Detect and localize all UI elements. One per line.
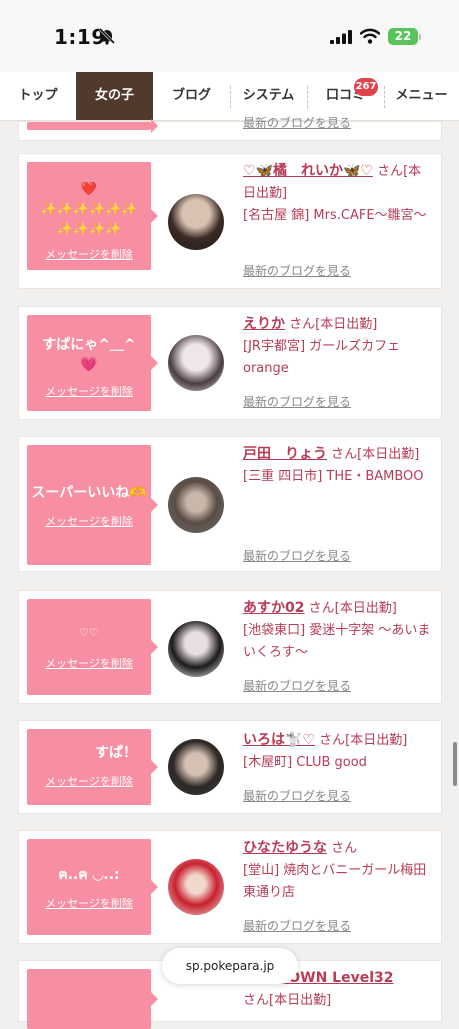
- girl-name-link[interactable]: えりか: [243, 316, 285, 332]
- attendance-status: さん[本日出勤]: [319, 733, 408, 748]
- delete-message-link[interactable]: メッセージを削除: [27, 895, 151, 911]
- message-text: ❤️ ✨✨✨✨✨✨ ✨✨✨✨: [40, 182, 138, 237]
- message-text: すぱ！: [95, 745, 137, 761]
- delete-message-link[interactable]: メッセージを削除: [27, 773, 151, 789]
- url-bar[interactable]: sp.pokepara.jp: [162, 948, 298, 984]
- avatar[interactable]: [168, 477, 224, 533]
- list-item: スーパーいいね🫶 メッセージを削除 戸田 りょう さん[本日出勤] [三重 四日…: [18, 436, 442, 572]
- battery-tip: [419, 34, 421, 40]
- latest-blog-link[interactable]: 最新のブログを見る: [243, 677, 351, 694]
- shop-name: [三重 四日市] THE・BAMBOO: [243, 469, 424, 484]
- message-bubble: すぱ！ メッセージを削除: [27, 729, 158, 805]
- girl-name-link[interactable]: いろは🐩♡: [243, 732, 315, 748]
- attendance-status: さん[本日出勤]: [243, 993, 332, 1008]
- avatar[interactable]: [168, 335, 224, 391]
- tab-blog[interactable]: ブログ: [153, 72, 230, 120]
- tab-system[interactable]: システム: [230, 72, 307, 120]
- message-bubble: すぱにゃ^＿^ 💗 メッセージを削除: [27, 315, 158, 411]
- delete-message-link[interactable]: メッセージを削除: [27, 246, 151, 262]
- list-item: ♡♡ メッセージを削除 あすか02 さん[本日出勤] [池袋東口] 愛迷十字架 …: [18, 590, 442, 704]
- list-item: すぱ！ メッセージを削除 いろは🐩♡ さん[本日出勤] [木屋町] CLUB g…: [18, 720, 442, 814]
- shop-name: [堂山] 焼肉とバニーガール梅田東通り店: [243, 863, 427, 900]
- tab-girls[interactable]: 女の子: [76, 72, 153, 120]
- avatar[interactable]: [168, 859, 224, 915]
- girl-name-link[interactable]: ひなたゆうな: [243, 840, 327, 856]
- latest-blog-link[interactable]: 最新のブログを見る: [243, 787, 351, 804]
- attendance-status: さん[本日出勤]: [331, 447, 420, 462]
- scrollbar-thumb[interactable]: [453, 742, 457, 786]
- girl-info: ♡🦋橘 れいか🦋♡ さん[本日出勤] [名古屋 錦] Mrs.CAFE～雛宮～: [243, 160, 433, 227]
- list-item: 最新のブログを見る: [18, 116, 442, 141]
- delete-message-link[interactable]: メッセージを削除: [27, 383, 151, 399]
- battery-icon: 22: [388, 28, 418, 45]
- message-text: ♡♡: [79, 626, 99, 639]
- message-text: すぱにゃ^＿^ 💗: [42, 337, 136, 373]
- avatar[interactable]: [168, 739, 224, 795]
- message-bubble: ❤️ ✨✨✨✨✨✨ ✨✨✨✨ メッセージを削除: [27, 162, 158, 270]
- signal-icon: [330, 30, 352, 44]
- latest-blog-link[interactable]: 最新のブログを見る: [243, 917, 351, 934]
- list-item: ฅ..ฅ ◡..: メッセージを削除 ひなたゆうな さん [堂山] 焼肉とバニー…: [18, 830, 442, 944]
- message-text: ฅ..ฅ ◡..:: [58, 867, 120, 883]
- tab-menu[interactable]: メニュー: [384, 72, 459, 120]
- girl-info: いろは🐩♡ さん[本日出勤] [木屋町] CLUB good: [243, 729, 433, 774]
- shop-name: [名古屋 錦] Mrs.CAFE～雛宮～: [243, 208, 427, 223]
- girl-info: あすか02 さん[本日出勤] [池袋東口] 愛迷十字架 ～あいまいくろす～: [243, 597, 433, 664]
- latest-blog-link[interactable]: 最新のブログを見る: [243, 393, 351, 410]
- latest-blog-link[interactable]: 最新のブログを見る: [243, 114, 351, 131]
- attendance-status: さん[本日出勤]: [308, 601, 397, 616]
- shop-name: [JR宇都宮] ガールズカフェ orange: [243, 339, 401, 376]
- reviews-count-badge: 267: [354, 78, 378, 96]
- message-bubble: [27, 119, 158, 133]
- bell-slash-icon: [98, 27, 116, 45]
- tab-top[interactable]: トップ: [0, 72, 76, 120]
- girl-name-link[interactable]: あすか02: [243, 600, 304, 616]
- wifi-icon: [360, 28, 380, 44]
- message-bubble: ♡♡ メッセージを削除: [27, 599, 158, 695]
- message-bubble: ฅ..ฅ ◡..: メッセージを削除: [27, 839, 158, 935]
- latest-blog-link[interactable]: 最新のブログを見る: [243, 547, 351, 564]
- latest-blog-link[interactable]: 最新のブログを見る: [243, 262, 351, 279]
- avatar[interactable]: [168, 194, 224, 250]
- list-item: すぱにゃ^＿^ 💗 メッセージを削除 えりか さん[本日出勤] [JR宇都宮] …: [18, 306, 442, 420]
- shop-name: [木屋町] CLUB good: [243, 755, 367, 770]
- girl-name-link[interactable]: ♡🦋橘 れいか🦋♡: [243, 163, 373, 179]
- girl-info: えりか さん[本日出勤] [JR宇都宮] ガールズカフェ orange: [243, 313, 433, 380]
- message-text: スーパーいいね🫶: [31, 485, 147, 501]
- status-bar: 1:19 22: [0, 0, 459, 72]
- list-item: ❤️ ✨✨✨✨✨✨ ✨✨✨✨ メッセージを削除 ♡🦋橘 れいか🦋♡ さん[本日出…: [18, 153, 442, 289]
- avatar[interactable]: [168, 621, 224, 677]
- girl-name-link[interactable]: 戸田 りょう: [243, 446, 327, 462]
- attendance-status: さん: [331, 841, 358, 856]
- top-nav: トップ 女の子 ブログ システム 口コミ メニュー: [0, 72, 459, 121]
- message-bubble: [27, 969, 158, 1029]
- girl-info: ひなたゆうな さん [堂山] 焼肉とバニーガール梅田東通り店: [243, 837, 433, 904]
- delete-message-link[interactable]: メッセージを削除: [27, 655, 151, 671]
- girl-info: 戸田 りょう さん[本日出勤] [三重 四日市] THE・BAMBOO: [243, 443, 433, 488]
- shop-name: [池袋東口] 愛迷十字架 ～あいまいくろす～: [243, 623, 431, 660]
- message-bubble: スーパーいいね🫶 メッセージを削除: [27, 445, 158, 565]
- delete-message-link[interactable]: メッセージを削除: [27, 513, 151, 529]
- attendance-status: さん[本日出勤]: [289, 317, 378, 332]
